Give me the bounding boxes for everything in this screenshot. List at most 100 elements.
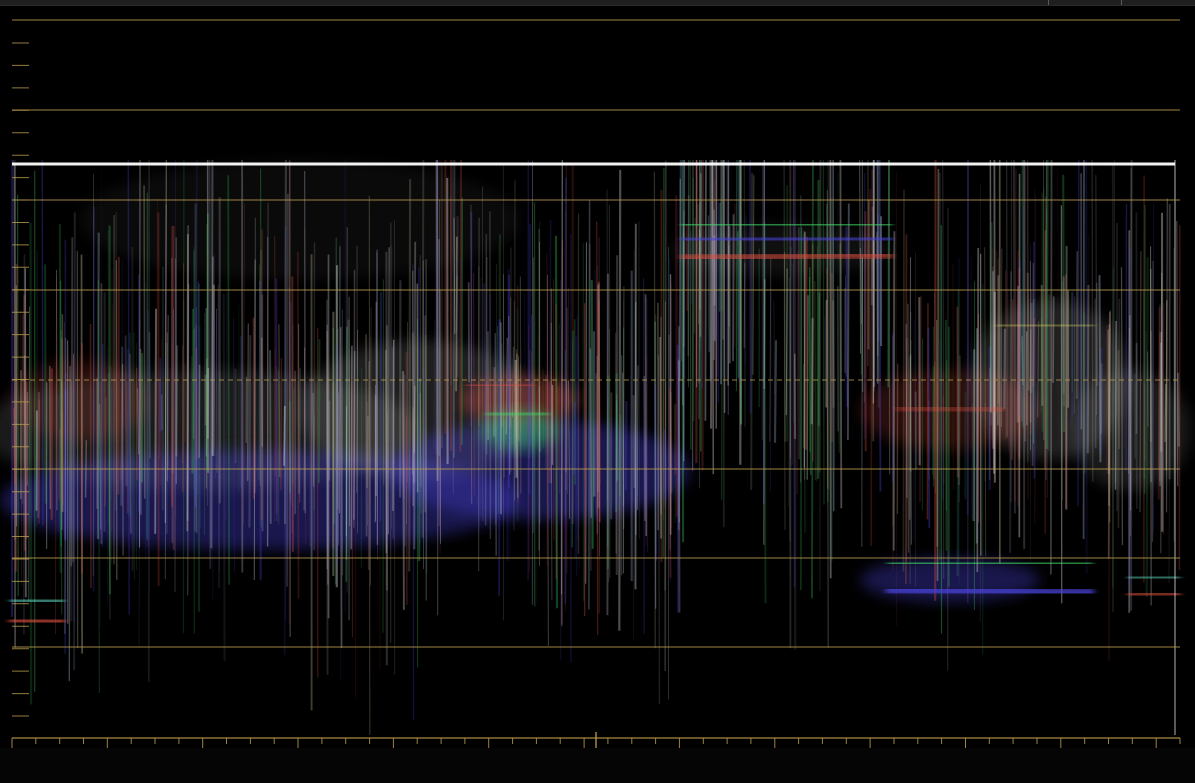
waveform-trace — [28, 306, 31, 602]
waveform-trace — [787, 287, 789, 507]
waveform-display — [0, 19, 1190, 748]
waveform-trace — [789, 247, 792, 458]
waveform-trace — [23, 254, 26, 635]
waveform-trace — [413, 241, 417, 550]
waveform-trace — [942, 159, 945, 579]
waveform-trace — [892, 231, 896, 551]
waveform-trace — [597, 283, 600, 492]
waveform-trace — [1091, 159, 1094, 482]
waveform-trace — [435, 159, 439, 481]
waveform-trace — [124, 335, 128, 487]
waveform-trace — [1057, 167, 1059, 446]
waveform-trace — [642, 278, 645, 634]
waveform-trace — [451, 159, 455, 494]
waveform-trace — [763, 222, 767, 604]
waveform-trace — [723, 159, 726, 414]
waveform-trace — [668, 388, 672, 578]
waveform-trace — [752, 175, 755, 375]
waveform-trace — [170, 337, 174, 468]
waveform-trace — [1086, 284, 1090, 454]
waveform-trace — [186, 233, 189, 532]
waveform-trace — [498, 319, 501, 596]
waveform-trace — [823, 317, 825, 420]
waveform-trace — [1112, 267, 1114, 588]
waveform-trace — [68, 366, 71, 682]
waveform-trace — [806, 295, 809, 480]
waveform-trace — [41, 159, 44, 526]
waveform-scope — [0, 0, 1195, 783]
waveform-trace — [143, 185, 146, 499]
waveform-trace — [159, 381, 162, 432]
waveform-trace — [339, 327, 343, 649]
waveform-trace — [1095, 282, 1099, 387]
waveform-trace — [1176, 220, 1179, 487]
waveform-trace — [530, 351, 534, 434]
waveform-trace — [458, 258, 462, 342]
waveform-trace — [615, 373, 619, 481]
waveform-trace — [844, 284, 847, 439]
waveform-trace — [1085, 159, 1088, 574]
waveform-trace — [291, 276, 294, 552]
waveform-trace — [606, 273, 609, 616]
waveform-trace — [520, 346, 523, 437]
waveform-trace — [1077, 159, 1080, 507]
red-band — [895, 403, 1005, 416]
waveform-trace — [1145, 257, 1149, 597]
waveform-trace — [663, 429, 667, 500]
waveform-trace — [20, 309, 23, 586]
waveform-trace — [1003, 328, 1006, 409]
waveform-trace — [662, 167, 665, 558]
waveform-trace — [175, 345, 179, 457]
waveform-trace — [659, 336, 662, 539]
waveform-trace — [206, 213, 209, 472]
scope-footer — [0, 748, 1195, 783]
waveform-trace — [644, 294, 648, 537]
waveform-trace — [217, 284, 220, 589]
waveform-trace — [796, 251, 799, 495]
waveform-trace — [29, 222, 33, 705]
red-band — [1126, 590, 1182, 599]
waveform-trace — [927, 327, 931, 529]
waveform-trace — [1133, 373, 1137, 459]
waveform-trace — [494, 333, 498, 556]
waveform-trace — [589, 348, 593, 518]
waveform-trace — [956, 289, 960, 576]
waveform-trace — [804, 236, 808, 450]
waveform-traces — [10, 159, 1181, 736]
waveform-trace — [117, 256, 120, 495]
waveform-trace — [737, 159, 740, 382]
waveform-trace — [210, 159, 214, 549]
red-band — [8, 616, 66, 626]
waveform-trace — [658, 355, 660, 705]
waveform-trace — [108, 366, 111, 556]
waveform-trace — [286, 193, 289, 587]
waveform-trace — [418, 378, 422, 562]
waveform-trace — [1044, 196, 1047, 534]
waveform-trace — [326, 324, 329, 585]
waveform-trace — [1108, 313, 1111, 661]
waveform-trace — [1052, 296, 1055, 383]
waveform-trace — [582, 243, 585, 602]
waveform-trace — [638, 221, 641, 539]
waveform-trace — [614, 332, 617, 554]
waveform-trace — [402, 371, 405, 610]
waveform-trace — [1049, 159, 1053, 575]
waveform-trace — [773, 340, 778, 443]
waveform-trace — [89, 323, 92, 589]
waveform-trace — [1020, 290, 1023, 422]
waveform-trace — [594, 373, 598, 497]
waveform-trace — [1006, 159, 1008, 438]
waveform-trace — [216, 308, 218, 473]
waveform-trace — [989, 159, 992, 412]
waveform-trace — [564, 177, 567, 604]
waveform-trace — [365, 334, 368, 537]
waveform-trace — [421, 159, 425, 538]
waveform-trace — [44, 264, 47, 504]
waveform-trace — [907, 303, 910, 553]
waveform-trace — [1177, 372, 1180, 447]
blue-band — [679, 234, 894, 244]
waveform-trace — [296, 251, 300, 599]
waveform-trace — [16, 194, 19, 597]
waveform-trace — [1094, 298, 1097, 448]
waveform-trace — [993, 159, 996, 483]
